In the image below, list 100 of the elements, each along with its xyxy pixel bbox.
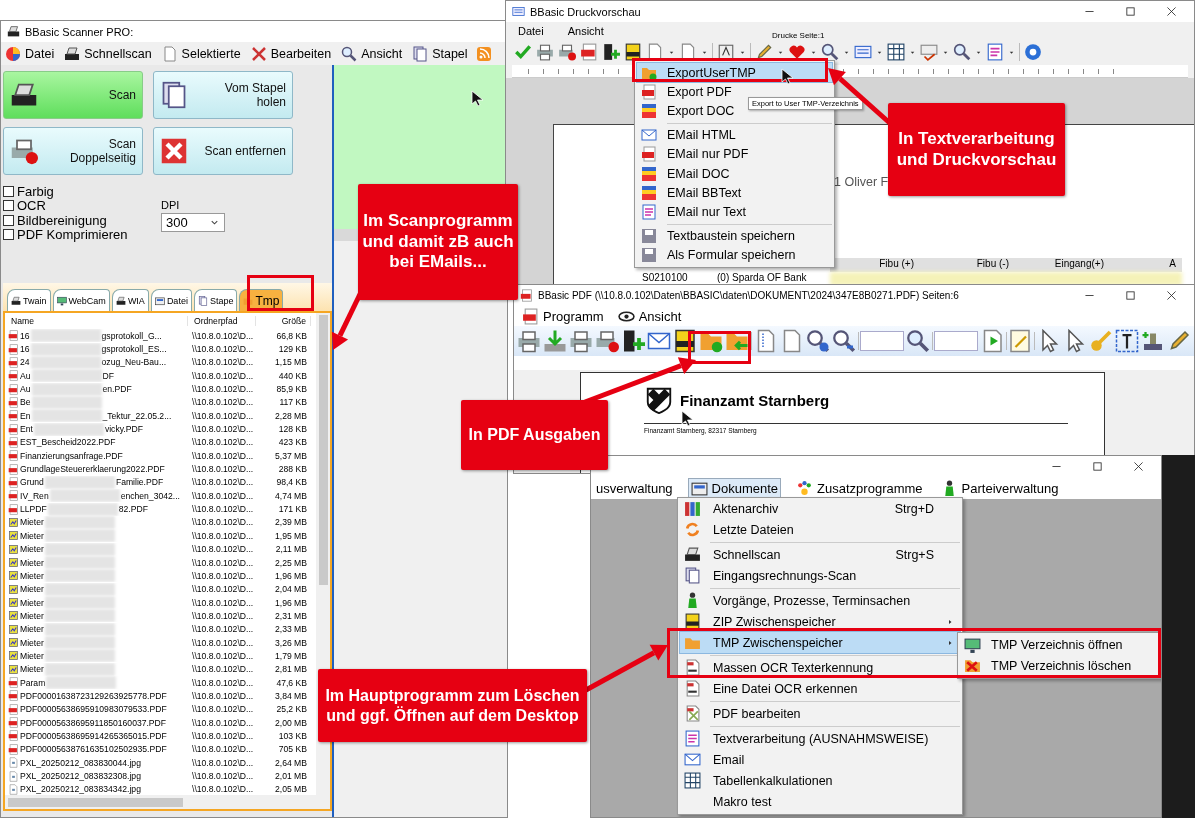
menu-item[interactable]: TMP Verzeichnis löschen — [960, 655, 1160, 676]
maximize-icon[interactable] — [1124, 289, 1137, 302]
file-name[interactable]: Au — [20, 384, 31, 395]
checkbox[interactable] — [3, 229, 14, 241]
tab[interactable]: WIA — [111, 289, 149, 311]
file-name[interactable]: Mieter — [20, 584, 44, 595]
file-name[interactable]: GrundlageSteuererklaerung2022.PDF — [20, 464, 165, 475]
file-name[interactable]: Ent — [20, 424, 33, 435]
file-name[interactable]: IV_Ren — [20, 490, 49, 501]
menu-item[interactable]: EMail nur Text — [637, 202, 752, 223]
file-name[interactable]: EST_Bescheid2022.PDF — [20, 437, 116, 448]
menu-item[interactable]: Parteiverwaltung — [938, 478, 1061, 498]
magnifier-icon[interactable] — [905, 329, 930, 353]
file-name[interactable]: PXL_20250212_083832308.jpg — [20, 771, 141, 781]
input-field[interactable] — [934, 331, 978, 351]
menu-item[interactable]: EMail nur PDF — [637, 144, 755, 164]
menu-item[interactable]: Datei — [516, 23, 546, 38]
printer-icon[interactable] — [517, 329, 541, 353]
checkbox[interactable] — [3, 214, 14, 226]
file-name[interactable]: 16 — [20, 344, 30, 354]
printer-alert-icon[interactable] — [595, 329, 619, 353]
file-name[interactable]: enchen_3042... — [120, 490, 180, 501]
menu-item[interactable]: Ansicht — [615, 306, 684, 326]
checkbox[interactable] — [3, 185, 14, 197]
menu-item[interactable]: EMail BBText — [637, 183, 748, 203]
binder-plus-icon[interactable] — [621, 329, 645, 353]
file-name[interactable]: en.PDF — [102, 384, 132, 395]
list-icon[interactable] — [854, 43, 872, 61]
scan-action-button[interactable]: Scan entfernen — [153, 127, 293, 175]
menu-item[interactable]: EMail HTML — [637, 125, 742, 145]
file-name[interactable]: Mieter — [20, 570, 44, 581]
column-header[interactable]: Größe — [256, 316, 311, 326]
menu-item[interactable]: Tabellenkalkulationen — [680, 770, 960, 791]
menu-item[interactable]: Dokumente — [688, 478, 781, 498]
magnifier-icon[interactable] — [821, 43, 839, 61]
zoom-out-icon[interactable] — [831, 329, 856, 353]
file-name[interactable]: Grund — [20, 477, 44, 488]
file-name[interactable]: gsprotokoll_G... — [101, 330, 162, 341]
menu-item[interactable]: EMail DOC — [637, 163, 736, 184]
input-field[interactable] — [860, 331, 904, 351]
file-name[interactable]: LLPDF — [20, 504, 47, 515]
spreadsheet-icon[interactable] — [887, 43, 905, 61]
file-name[interactable]: 24 — [20, 357, 30, 368]
menu-item[interactable]: Selektierte — [159, 44, 243, 63]
file-name[interactable]: Param — [20, 677, 46, 688]
spellcheck-icon[interactable] — [920, 43, 938, 61]
file-name[interactable]: Mieter — [20, 544, 44, 555]
file-name[interactable]: PDF00005638761635102502935.PDF — [20, 744, 167, 755]
menu-item[interactable]: Schnellscan — [62, 44, 154, 63]
file-name[interactable]: PDF00005638695911850160037.PDF — [20, 717, 167, 728]
menu-item[interactable]: Textverarbeitung (AUSNAHMSWEISE) — [680, 728, 960, 749]
checkmark-icon[interactable] — [514, 43, 532, 61]
file-name[interactable]: Mieter — [20, 610, 44, 621]
file-name[interactable]: Finanzierungsanfrage.PDF — [20, 450, 123, 461]
menu-item[interactable]: usverwaltung — [594, 479, 675, 497]
file-name[interactable]: En — [20, 410, 31, 421]
file-name[interactable]: PDF00001638723129263925778.PDF — [20, 690, 167, 701]
checkbox[interactable] — [3, 200, 14, 212]
file-name[interactable]: Mieter — [20, 664, 44, 675]
menu-item[interactable]: PDF bearbeiten — [680, 703, 960, 724]
menu-item[interactable]: Ansicht — [565, 23, 606, 38]
file-name[interactable]: DF — [102, 370, 114, 381]
column-header[interactable]: Ordnerpfad — [188, 316, 256, 326]
menu-item[interactable]: Massen OCR Texterkennung — [680, 657, 960, 678]
file-name[interactable]: Mieter — [20, 557, 44, 568]
menu-item[interactable]: Export DOC — [637, 101, 741, 122]
menu-item[interactable]: Letzte Dateien — [680, 519, 960, 540]
menu-item[interactable]: Aktenarchiv Strg+D — [680, 498, 960, 519]
file-name[interactable]: ozug_Neu-Bau... — [101, 357, 167, 368]
text-document-icon[interactable] — [986, 43, 1004, 61]
column-header[interactable]: Name — [5, 316, 188, 326]
tab[interactable]: Twain — [7, 289, 51, 311]
menu-item[interactable]: Datei — [3, 44, 57, 63]
tab[interactable]: Stape — [193, 289, 238, 311]
menu-item[interactable]: Makro test — [680, 791, 960, 812]
font-box-icon[interactable] — [717, 43, 735, 61]
file-name[interactable]: vicky.PDF — [104, 424, 143, 435]
menu-item[interactable]: Eine Datei OCR erkennen — [680, 678, 960, 699]
menu-item[interactable]: TMP Zwischenspeicher — [680, 632, 960, 653]
archive-icon[interactable] — [624, 43, 642, 61]
printer-icon[interactable] — [536, 43, 554, 61]
menu-item[interactable]: Eingangsrechnungs-Scan — [680, 565, 960, 586]
maximize-icon[interactable] — [1124, 5, 1137, 18]
menu-item[interactable]: Zusatzprogramme — [794, 478, 925, 498]
stamp-icon[interactable] — [1140, 329, 1165, 353]
file-name[interactable]: Mieter — [20, 597, 44, 608]
printer-alert-icon[interactable] — [558, 43, 576, 61]
notepad-icon[interactable] — [1008, 329, 1033, 353]
file-name[interactable]: Au — [20, 370, 31, 381]
file-name[interactable]: Be — [20, 397, 31, 408]
pdf-file-icon[interactable] — [580, 43, 598, 61]
close-icon[interactable] — [1165, 5, 1178, 18]
text-box-icon[interactable] — [1114, 329, 1139, 353]
dpi-select[interactable]: 300 — [161, 213, 225, 232]
file-name[interactable]: PXL_20250212_083834342.jpg — [20, 784, 141, 795]
help-icon[interactable] — [1024, 43, 1042, 61]
file-name[interactable]: Familie.PDF — [115, 477, 164, 488]
magnifier-icon[interactable] — [953, 43, 971, 61]
file-name[interactable]: Mieter — [20, 530, 44, 541]
file-name[interactable]: Mieter — [20, 637, 44, 648]
